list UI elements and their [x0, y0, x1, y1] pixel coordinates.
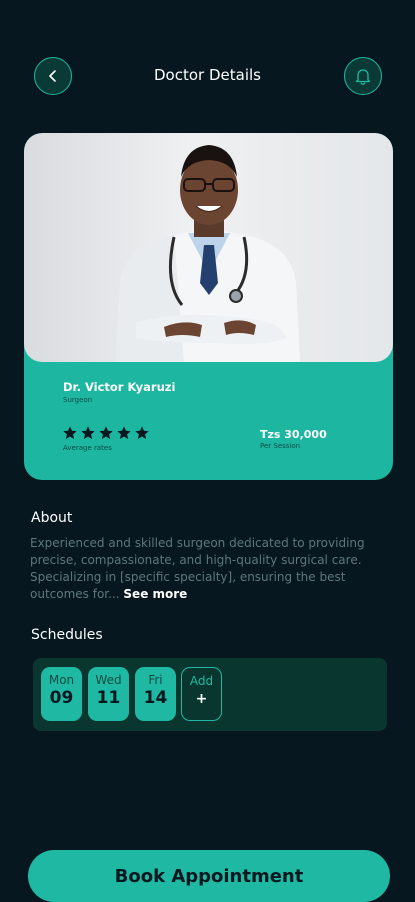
star-icon — [63, 426, 77, 439]
session-price: Tzs 30,000 — [260, 428, 327, 441]
book-appointment-button[interactable]: Book Appointment — [28, 850, 390, 902]
price-unit: Per Session — [260, 442, 301, 450]
rating-label: Average rates — [63, 444, 112, 452]
weekday-label: Mon — [48, 673, 75, 687]
date-label: 14 — [143, 688, 168, 708]
star-icon — [99, 426, 113, 439]
doctor-photo — [24, 133, 393, 362]
weekday-label: Fri — [148, 673, 163, 687]
plus-icon: + — [195, 691, 208, 707]
schedule-day-wed[interactable]: Wed 11 — [88, 667, 129, 721]
schedule-day-fri[interactable]: Fri 14 — [135, 667, 176, 721]
rating-stars — [62, 425, 150, 441]
date-label: 09 — [49, 688, 74, 708]
weekday-label: Wed — [95, 673, 122, 687]
schedules-heading: Schedules — [31, 627, 103, 643]
bell-icon — [355, 69, 371, 85]
see-more-link[interactable]: See more — [123, 587, 187, 601]
schedule-day-mon[interactable]: Mon 09 — [41, 667, 82, 721]
about-text: Experienced and skilled surgeon dedicate… — [30, 535, 380, 603]
notifications-button[interactable] — [344, 57, 382, 95]
doctor-name: Dr. Victor Kyaruzi — [63, 380, 176, 394]
star-icon — [135, 426, 149, 439]
date-label: 11 — [96, 688, 121, 708]
add-label: Add — [189, 674, 214, 688]
star-icon — [81, 426, 95, 439]
doctor-role: Surgeon — [63, 396, 93, 404]
add-schedule-button[interactable]: Add + — [181, 667, 222, 721]
star-icon — [117, 426, 131, 439]
doctor-card[interactable]: Dr. Victor Kyaruzi Surgeon Average rates… — [24, 133, 393, 480]
about-body: Experienced and skilled surgeon dedicate… — [30, 536, 365, 601]
about-heading: About — [31, 510, 73, 526]
